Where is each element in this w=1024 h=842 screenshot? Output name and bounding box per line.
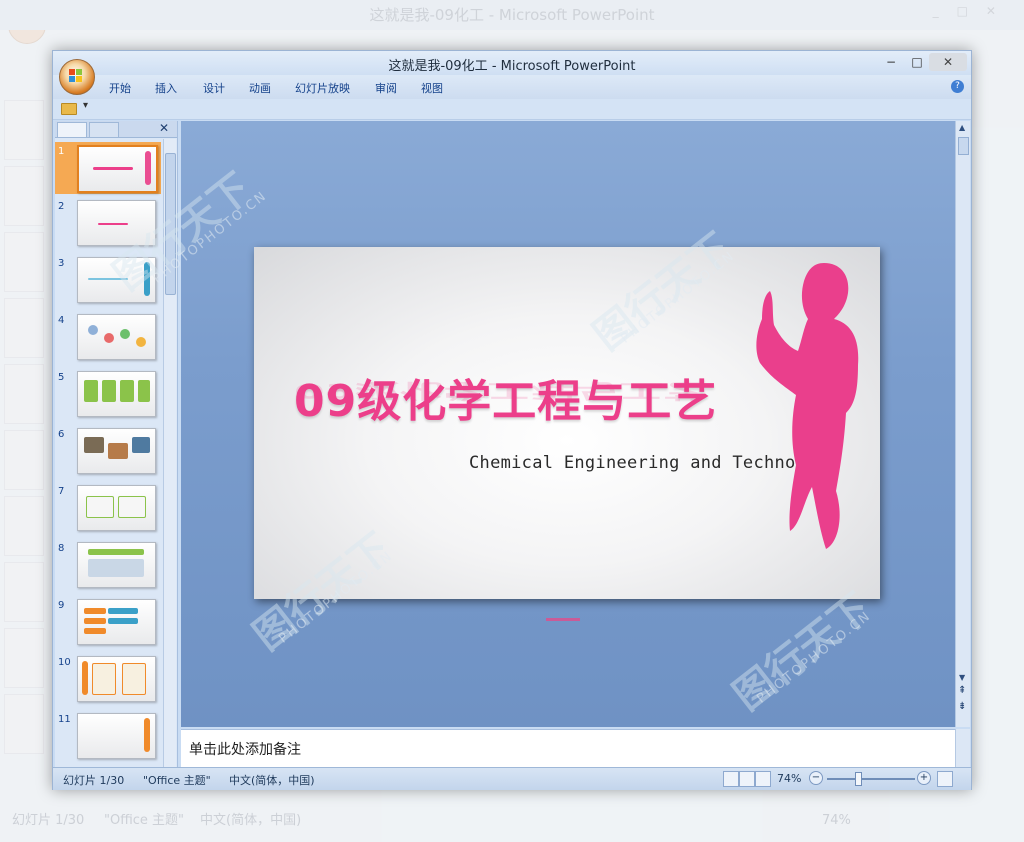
slide-number: 1 [58,146,65,157]
thumbnail-preview [77,428,156,474]
background-status-bar: 幻灯片 1/30 "Office 主题" 中文(简体，中国) 74% [0,808,1024,834]
thumbnail-list: 1 2 3 4 5 6 7 8 9 10 11 [55,139,161,767]
notes-pane[interactable]: 单击此处添加备注 [181,729,955,768]
background-status-zoom: 74% [822,813,851,828]
zoom-in-button[interactable]: + [917,771,931,785]
slide-number: 6 [58,429,65,440]
pane-scroll-thumb[interactable] [165,153,176,295]
thumbnail-preview [77,713,156,759]
pane-scrollbar[interactable] [163,139,176,767]
thumbnail-preview [77,145,158,193]
slide-thumbnail[interactable]: 5 [55,368,161,420]
slide-number: 3 [58,258,65,269]
status-slide-count: 幻灯片 1/30 [63,774,125,787]
slide-thumbnail[interactable]: 6 [55,425,161,477]
slides-tab[interactable] [57,122,87,137]
zoom-level[interactable]: 74% [777,772,801,785]
background-status-language: 中文(简体，中国) [200,813,302,828]
next-slide-icon[interactable]: ⇟ [958,702,966,712]
slide-thumbnail[interactable]: 2 [55,197,161,249]
slide-thumbnail[interactable]: 7 [55,482,161,534]
background-window-title: 这就是我-09化工 - Microsoft PowerPoint [0,0,1024,30]
tab-slide-show[interactable]: 幻灯片放映 [295,80,350,96]
slide-scrollbar[interactable]: ▲ ▼ ⇞ ⇟ [955,121,970,727]
slide-thumbnail[interactable]: 8 [55,539,161,591]
help-icon[interactable]: ? [951,80,964,93]
tab-insert[interactable]: 插入 [155,80,177,96]
title-bar: 这就是我-09化工 - Microsoft PowerPoint − □ ✕ [53,51,971,75]
fit-to-window-icon[interactable] [937,771,953,787]
background-window-controls: _□✕ [932,4,1014,18]
status-theme[interactable]: "Office 主题" [143,772,211,788]
slide-number: 4 [58,315,65,326]
quick-access-toolbar: ▾ [53,99,971,120]
tab-home[interactable]: 开始 [109,80,131,96]
background-status-slide: 幻灯片 1/30 [12,813,85,828]
background-status-theme: "Office 主题" [104,813,185,828]
slide-number: 7 [58,486,65,497]
slide-thumbnail[interactable]: 9 [55,596,161,648]
silhouette-figure-image[interactable] [742,255,872,555]
background-thumbnail-column [4,100,44,780]
thumbnail-preview [77,257,156,303]
open-folder-icon[interactable] [61,103,77,115]
normal-view-icon[interactable] [723,771,739,787]
zoom-slider[interactable] [827,778,915,780]
slide-thumbnail[interactable]: 10 [55,653,161,705]
tab-animations[interactable]: 动画 [249,80,271,96]
tab-review[interactable]: 审阅 [375,80,397,96]
pane-tabs: ✕ [55,121,177,138]
slide-thumbnail[interactable]: 3 [55,254,161,306]
slide-thumbnail[interactable]: 11 [55,710,161,762]
slide-thumbnail[interactable]: 1 [55,142,161,194]
thumbnail-preview [77,656,156,702]
outline-tab[interactable] [89,122,119,137]
slide-number: 11 [58,714,71,725]
notes-placeholder[interactable]: 单击此处添加备注 [189,739,301,759]
zoom-slider-thumb[interactable] [855,772,863,786]
status-language[interactable]: 中文(简体，中国) [229,772,315,788]
thumbnail-preview [77,485,156,531]
status-bar: 幻灯片 1/30 "Office 主题" 中文(简体，中国) 74% − + [53,767,971,790]
previous-slide-icon[interactable]: ⇞ [958,686,966,696]
slide-title-reflection: 09级化学工程与工艺 [294,379,708,403]
notes-scrollbar[interactable] [955,729,970,767]
maximize-button[interactable]: □ [905,53,929,71]
powerpoint-window: 这就是我-09化工 - Microsoft PowerPoint − □ ✕ 开… [52,50,972,790]
office-button[interactable] [59,59,95,95]
office-logo-icon [69,69,83,83]
tab-design[interactable]: 设计 [203,80,225,96]
slide-show-view-icon[interactable] [755,771,771,787]
thumbnail-preview [77,314,156,360]
thumbnail-preview [77,200,156,246]
close-button[interactable]: ✕ [929,53,967,71]
slide-canvas[interactable]: 09级化学工程与工艺 09级化学工程与工艺 Chemical Engineeri… [254,247,880,599]
slide-workspace: 09级化学工程与工艺 09级化学工程与工艺 Chemical Engineeri… [181,121,955,727]
slide-number: 9 [58,600,65,611]
slide-sorter-view-icon[interactable] [739,771,755,787]
customize-toolbar-chevron-icon[interactable]: ▾ [83,100,88,111]
slide-number: 2 [58,201,65,212]
scroll-up-arrow-icon[interactable]: ▲ [959,123,965,132]
slide-thumbnail[interactable]: 4 [55,311,161,363]
slide-caption-mark [546,618,580,621]
zoom-out-button[interactable]: − [809,771,823,785]
thumbnail-preview [77,599,156,645]
thumbnail-preview [77,542,156,588]
slide-number: 5 [58,372,65,383]
slide-scroll-thumb[interactable] [958,137,969,155]
minimize-button[interactable]: − [879,53,903,71]
thumbnail-preview [77,371,156,417]
window-title: 这就是我-09化工 - Microsoft PowerPoint [388,59,636,74]
slide-number: 10 [58,657,71,668]
close-pane-icon[interactable]: ✕ [159,121,169,135]
tab-view[interactable]: 视图 [421,80,443,96]
scroll-down-arrow-icon[interactable]: ▼ [959,673,965,682]
ribbon-tabs: 开始 插入 设计 动画 幻灯片放映 审阅 视图 ? [53,75,971,99]
slides-pane: ✕ 1 2 3 4 5 6 7 8 9 10 11 [55,121,178,767]
slide-number: 8 [58,543,65,554]
